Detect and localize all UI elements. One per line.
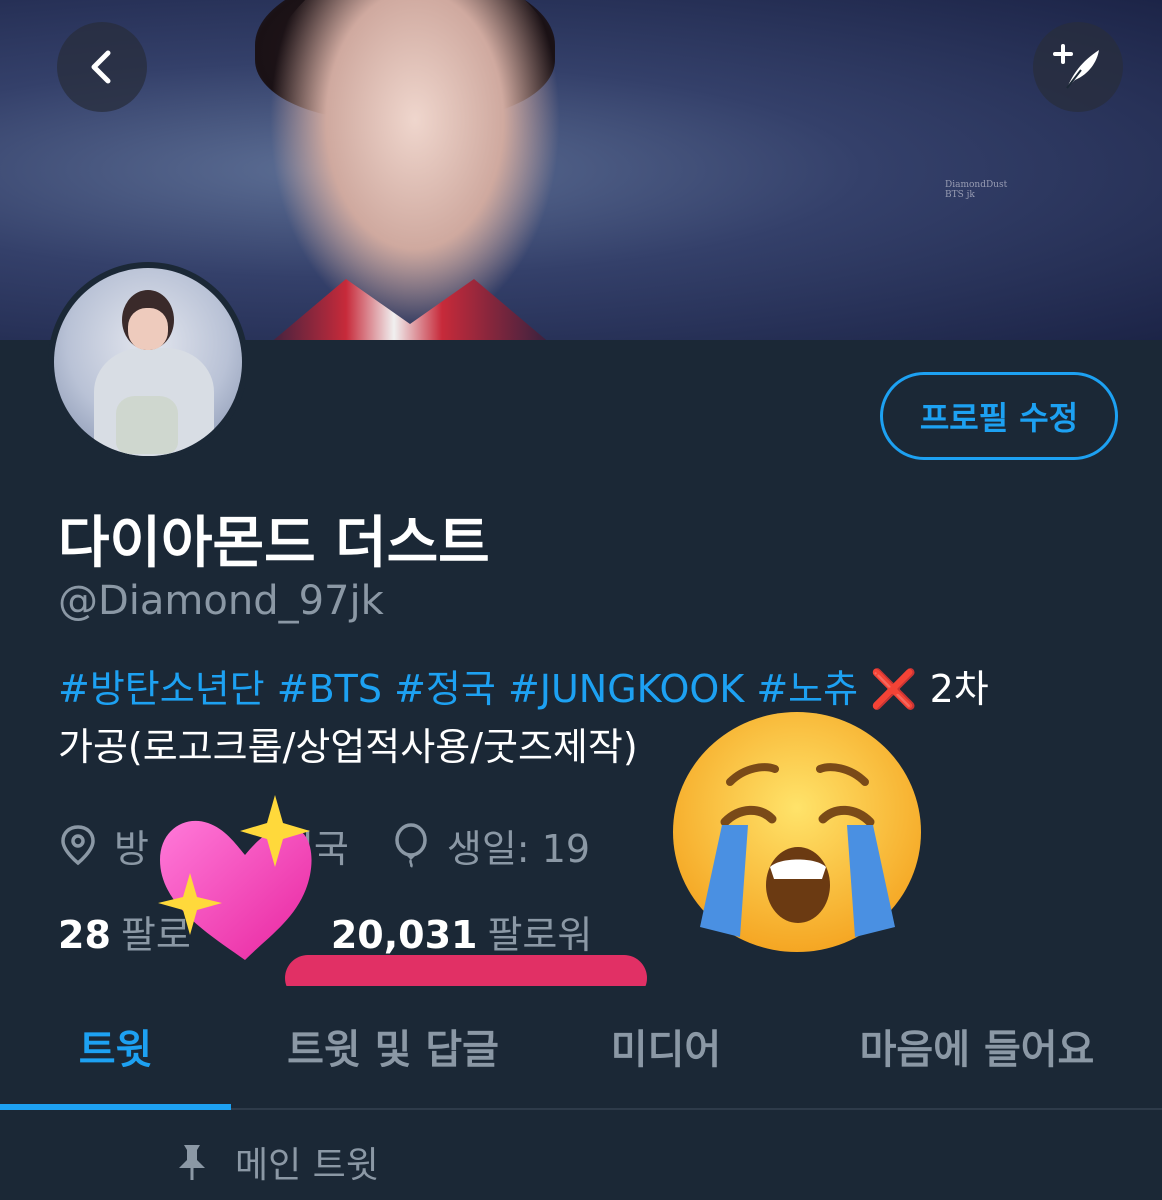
back-button[interactable] [57, 22, 147, 112]
location-pin-icon [58, 823, 98, 867]
avatar-photo-face [128, 308, 168, 350]
avatar-photo [54, 268, 242, 456]
tab-likes[interactable]: 마음에 들어요 [777, 986, 1162, 1106]
banner-watermark: DiamondDust BTS jk [945, 180, 1007, 200]
followers-link[interactable]: 20,031 팔로워 [331, 904, 593, 959]
birthday-item: 생일: 19 [391, 818, 590, 873]
following-count: 28 [58, 913, 111, 957]
tab-media[interactable]: 미디어 [555, 986, 777, 1106]
watermark-line-2: BTS jk [945, 190, 975, 200]
followers-label: 팔로워 [487, 913, 593, 957]
feather-plus-icon [1053, 44, 1099, 89]
loudly-crying-face-emoji [673, 712, 921, 952]
location-text: 방 [114, 826, 149, 871]
hashtag-link[interactable]: #노츄 [756, 667, 858, 711]
pin-icon [175, 1142, 209, 1182]
banner-photo-face [250, 0, 580, 340]
avatar-photo-jar [116, 396, 178, 454]
hashtag-link[interactable]: #JUNGKOOK [508, 667, 744, 711]
profile-tabs: 트윗 트윗 및 답글 미디어 마음에 들어요 [0, 986, 1162, 1110]
user-handle: @Diamond_97jk [58, 578, 384, 624]
hashtag-link[interactable]: #방탄소년단 [58, 667, 265, 711]
pinned-label: 메인 트윗 [235, 1145, 379, 1186]
bio-text: 가공(로고크롭/상업적사용/굿즈제작) [58, 725, 638, 769]
watermark-line-1: DiamondDust [945, 180, 1008, 190]
compose-tweet-button[interactable] [1033, 22, 1123, 112]
tab-tweets-and-replies[interactable]: 트윗 및 답글 [231, 986, 555, 1106]
birthday-text: 생일: 19 [446, 826, 591, 871]
tab-tweets[interactable]: 트윗 [0, 986, 231, 1106]
bio-text: 2차 [917, 667, 989, 711]
edit-profile-button[interactable]: 프로필 수정 [880, 372, 1118, 460]
balloon-icon [391, 822, 431, 868]
display-name: 다이아몬드 더스트 [58, 511, 490, 576]
profile-meta: 방 정국 생일: 19 [58, 818, 632, 872]
hashtag-link[interactable]: #정국 [394, 667, 496, 711]
active-tab-indicator [0, 1104, 231, 1110]
cross-mark-icon: ❌ [870, 667, 918, 711]
sparkling-heart-emoji [158, 795, 312, 960]
followers-count: 20,031 [330, 913, 478, 957]
profile-bio: #방탄소년단 #BTS #정국 #JUNGKOOK #노츄 ❌ 2차 가공(로고… [58, 660, 1118, 776]
hashtag-link[interactable]: #BTS [277, 667, 382, 711]
follow-stats: 28 팔로 20,031 팔로워 [58, 904, 592, 959]
avatar[interactable] [48, 262, 248, 462]
pinned-tweet-header: 메인 트윗 [175, 1136, 379, 1188]
chevron-left-icon [91, 50, 111, 84]
